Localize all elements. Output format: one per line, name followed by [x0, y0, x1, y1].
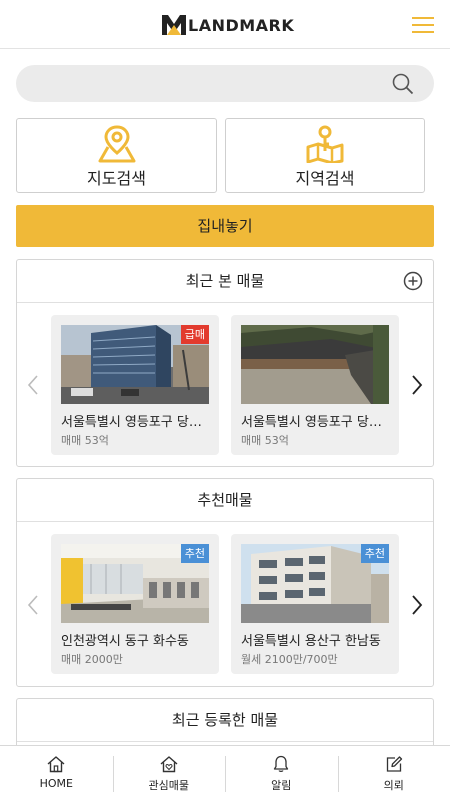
chevron-right-icon[interactable]	[409, 593, 425, 617]
panel-title: 추천매물	[197, 491, 253, 509]
property-card[interactable]: 서울특별시 영등포구 당산동 매매 53억	[231, 315, 399, 455]
property-price: 매매 53억	[61, 434, 109, 447]
panel-header: 최근 본 매물	[17, 260, 433, 303]
chevron-right-icon[interactable]	[409, 373, 425, 397]
property-address: 서울특별시 영등포구 당산동	[241, 415, 389, 430]
urgent-badge: 급매	[180, 325, 209, 344]
brand-name: LANDMARK	[188, 15, 295, 35]
map-pin-icon	[98, 125, 135, 163]
plus-circle-icon[interactable]	[403, 271, 423, 291]
recommended-panel: 추천매물 추천 인천광역시 동구 화수동 매매 2000만 추천 서울특별시 용…	[16, 478, 434, 687]
property-price: 매매 53억	[241, 434, 289, 447]
recent-viewed-panel: 최근 본 매물 급매 서울특별시 영등포구 당산동 매매 53억 서울특별시 영…	[16, 259, 434, 467]
property-address: 인천광역시 동구 화수동	[61, 634, 189, 649]
hanok-house-image	[241, 325, 389, 404]
brand-logo[interactable]: LANDMARK	[161, 12, 294, 38]
edit-icon	[386, 756, 402, 772]
search-bar	[16, 65, 434, 102]
tab-home[interactable]: HOME	[0, 746, 113, 800]
property-address: 서울특별시 용산구 한남동	[241, 634, 381, 649]
property-photo: 급매	[61, 325, 209, 404]
map-search-button[interactable]: 지도검색	[16, 118, 217, 193]
property-price: 매매 2000만	[61, 653, 123, 666]
property-photo: 추천	[61, 544, 209, 623]
bottom-tab-bar: HOME 관심매물 알림 의뢰	[0, 745, 450, 800]
map-key-icon	[306, 125, 344, 163]
recommended-badge: 추천	[360, 544, 389, 563]
hamburger-icon[interactable]	[410, 14, 436, 36]
map-search-label: 지도검색	[87, 169, 146, 188]
region-search-label: 지역검색	[295, 169, 355, 188]
tab-request-label: 의뢰	[383, 779, 404, 792]
panel-title: 최근 본 매물	[185, 272, 265, 290]
panel-header: 최근 등록한 매물	[17, 699, 433, 742]
list-property-button[interactable]: 집내놓기	[16, 205, 434, 247]
property-card[interactable]: 추천 서울특별시 용산구 한남동 월세 2100만/700만	[231, 534, 399, 674]
chevron-left-icon[interactable]	[25, 593, 41, 617]
tab-home-label: HOME	[39, 777, 73, 790]
tab-favorites[interactable]: 관심매물	[112, 746, 226, 800]
property-photo: 추천	[241, 544, 389, 623]
chevron-left-icon[interactable]	[25, 373, 41, 397]
property-photo	[241, 325, 389, 404]
bell-icon	[274, 755, 289, 773]
home-icon	[47, 756, 65, 773]
panel-header: 추천매물	[17, 479, 433, 522]
logo-mark-icon	[162, 15, 186, 35]
tab-favorites-label: 관심매물	[148, 779, 189, 792]
property-address: 서울특별시 영등포구 당산동	[61, 415, 209, 430]
panel-title: 최근 등록한 매물	[171, 711, 279, 729]
region-search-button[interactable]: 지역검색	[225, 118, 425, 193]
tab-request[interactable]: 의뢰	[337, 746, 450, 800]
property-price: 월세 2100만/700만	[241, 653, 338, 666]
search-input[interactable]	[16, 65, 376, 102]
heart-house-icon	[160, 756, 178, 773]
recommended-badge: 추천	[180, 544, 209, 563]
search-icon[interactable]	[392, 73, 414, 95]
app-header: LANDMARK	[0, 0, 450, 49]
tab-notifications[interactable]: 알림	[225, 746, 338, 800]
property-card[interactable]: 추천 인천광역시 동구 화수동 매매 2000만	[51, 534, 219, 674]
property-card[interactable]: 급매 서울특별시 영등포구 당산동 매매 53억	[51, 315, 219, 455]
tab-notifications-label: 알림	[271, 779, 292, 792]
